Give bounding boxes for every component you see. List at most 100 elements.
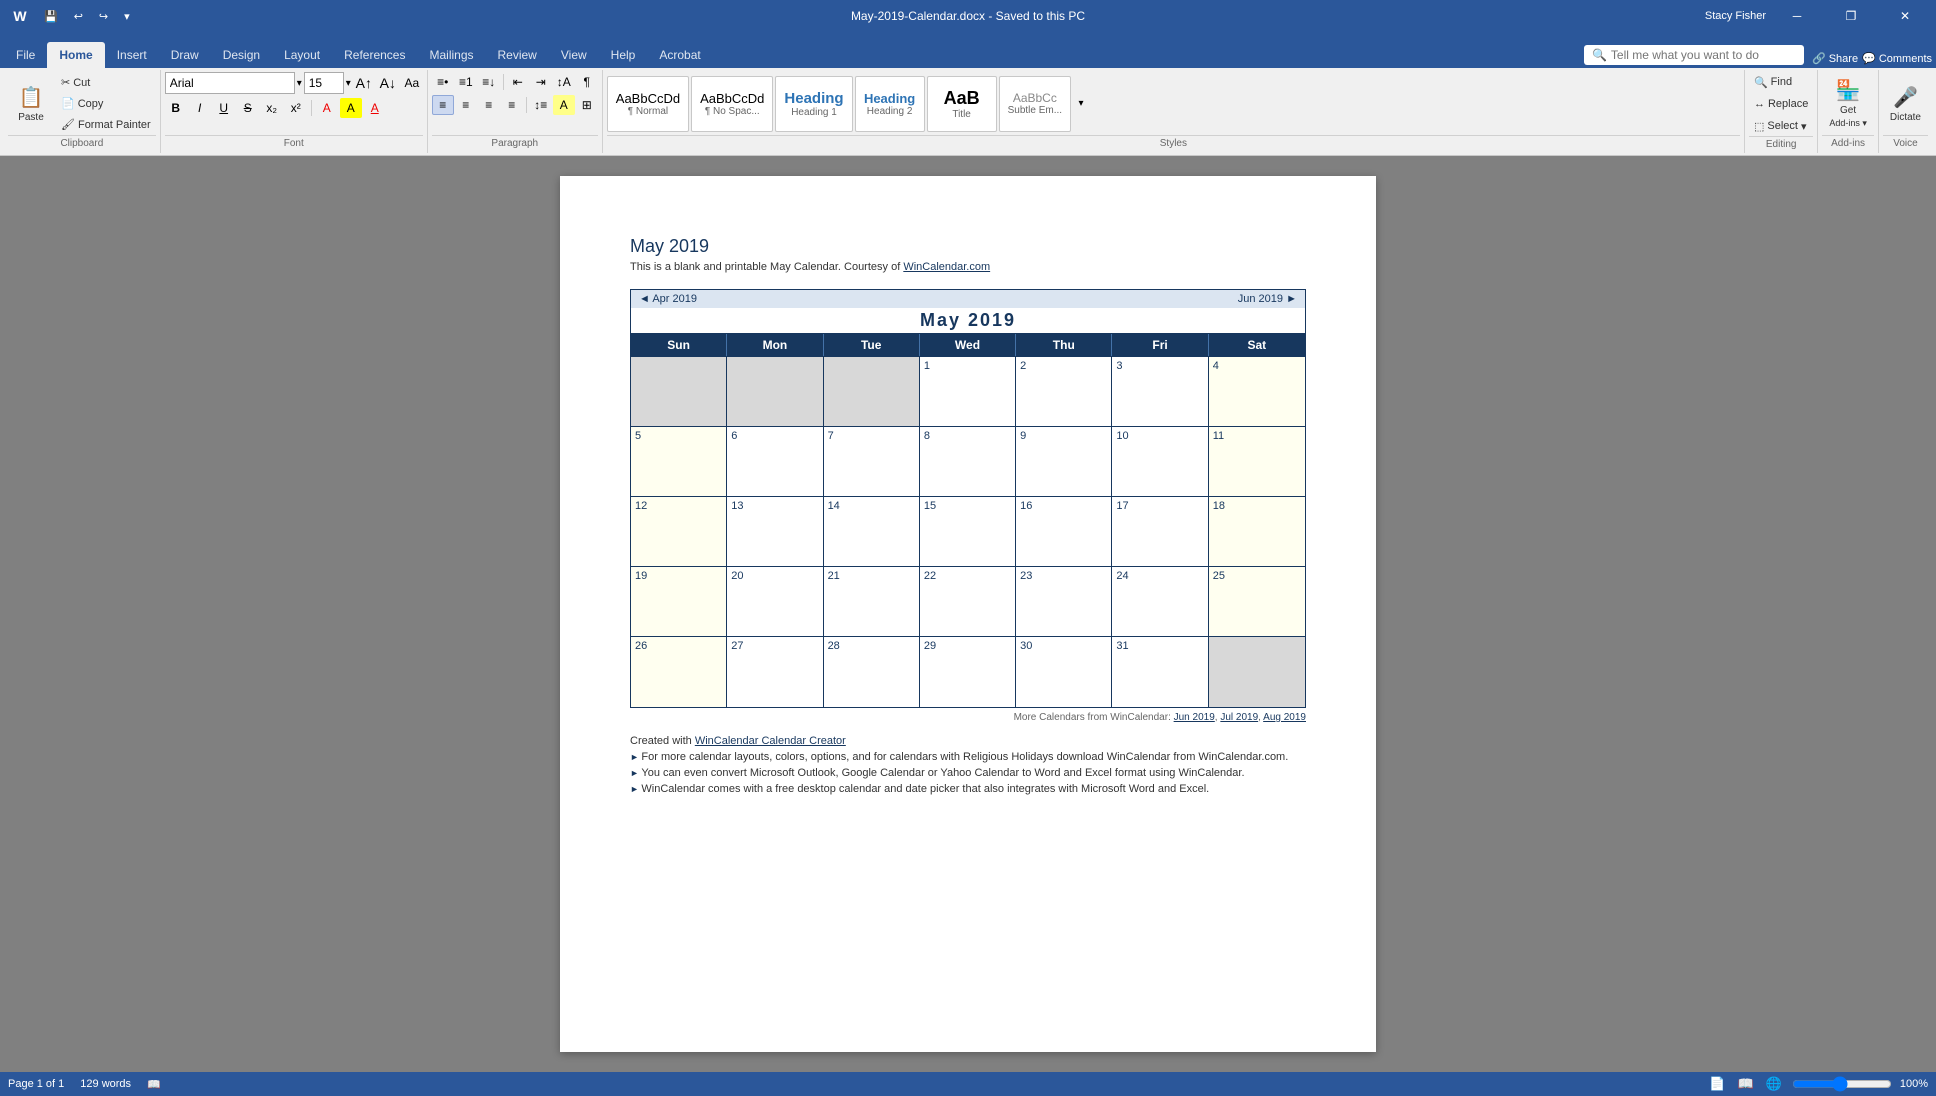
tab-file[interactable]: File: [4, 42, 47, 68]
style-title[interactable]: AaB Title: [927, 76, 997, 132]
paste-button[interactable]: 📋 Paste: [8, 74, 54, 134]
comments-btn[interactable]: 💬 Comments: [1862, 52, 1932, 65]
tab-home[interactable]: Home: [47, 42, 104, 68]
dictate-icon: 🎤: [1893, 85, 1918, 110]
prev-month-link[interactable]: ◄ Apr 2019: [639, 293, 697, 305]
copy-button[interactable]: 📄 Copy: [56, 94, 156, 114]
cal-cell: 23: [1016, 567, 1112, 637]
subscript-button[interactable]: x₂: [261, 98, 283, 118]
get-addins-btn[interactable]: 🏪 Get Add-ins ▾: [1822, 74, 1874, 134]
tab-view[interactable]: View: [549, 42, 599, 68]
increase-indent-btn[interactable]: ⇥: [530, 72, 552, 92]
tab-help[interactable]: Help: [599, 42, 648, 68]
strikethrough-button[interactable]: S: [237, 98, 259, 118]
aug-link[interactable]: Aug 2019: [1263, 712, 1306, 723]
tab-draw[interactable]: Draw: [159, 42, 211, 68]
tab-references[interactable]: References: [332, 42, 417, 68]
multilevel-btn[interactable]: ≡↓: [478, 72, 500, 92]
decrease-indent-btn[interactable]: ⇤: [507, 72, 529, 92]
restore-btn[interactable]: ❐: [1828, 0, 1874, 32]
tab-mailings[interactable]: Mailings: [417, 42, 485, 68]
cal-header-mon: Mon: [727, 334, 823, 356]
next-month-link[interactable]: Jun 2019 ►: [1238, 293, 1297, 305]
bullets-btn[interactable]: ≡•: [432, 72, 454, 92]
highlight-button[interactable]: A: [340, 98, 362, 118]
clear-format-btn[interactable]: Aa: [401, 73, 423, 93]
tab-design[interactable]: Design: [211, 42, 272, 68]
sort-btn[interactable]: ↕A: [553, 72, 575, 92]
doc-created: Created with WinCalendar Calendar Creato…: [630, 735, 1306, 747]
borders-btn[interactable]: ⊞: [576, 95, 598, 115]
jul-link[interactable]: Jul 2019: [1220, 712, 1258, 723]
style-heading2[interactable]: Heading Heading 2: [855, 76, 925, 132]
superscript-button[interactable]: x²: [285, 98, 307, 118]
font-name-input[interactable]: [165, 72, 295, 94]
cal-cell: 18: [1209, 497, 1305, 567]
style-no-spacing[interactable]: AaBbCcDd ¶ No Spac...: [691, 76, 773, 132]
style-normal[interactable]: AaBbCcDd ¶ Normal: [607, 76, 689, 132]
cal-cell: 1: [920, 357, 1016, 427]
cal-cell: 3: [1112, 357, 1208, 427]
minimize-btn[interactable]: ─: [1774, 0, 1820, 32]
text-effects-button[interactable]: A: [316, 98, 338, 118]
page-info: Page 1 of 1: [8, 1078, 64, 1090]
quick-redo-btn[interactable]: ↪: [95, 8, 112, 25]
proofing-icon[interactable]: 📖: [147, 1078, 161, 1091]
font-size-dropdown-icon[interactable]: ▾: [346, 78, 351, 89]
increase-font-btn[interactable]: A↑: [353, 73, 375, 93]
customize-btn[interactable]: ▾: [120, 8, 134, 25]
style-subtle[interactable]: AaBbCc Subtle Em...: [999, 76, 1071, 132]
clipboard-label: Clipboard: [8, 135, 156, 151]
select-button[interactable]: ⬚ Select ▾: [1749, 116, 1812, 136]
style-normal-preview: AaBbCcDd: [616, 91, 680, 106]
zoom-slider[interactable]: [1792, 1076, 1892, 1092]
cut-button[interactable]: ✂ Cut: [56, 73, 156, 93]
jun-link[interactable]: Jun 2019: [1174, 712, 1215, 723]
wincalendar-link[interactable]: WinCalendar.com: [903, 261, 990, 273]
format-painter-button[interactable]: 🖌 Format Painter: [56, 115, 156, 135]
line-spacing-btn[interactable]: ↕≡: [530, 95, 552, 115]
styles-more-btn[interactable]: ▾: [1073, 76, 1089, 132]
close-btn[interactable]: ✕: [1882, 0, 1928, 32]
creator-link[interactable]: WinCalendar Calendar Creator: [695, 735, 846, 747]
cal-cell: [1209, 637, 1305, 707]
style-heading2-label: Heading 2: [867, 106, 913, 117]
tab-layout[interactable]: Layout: [272, 42, 332, 68]
cal-month-title: May 2019: [920, 310, 1016, 330]
web-layout-btn[interactable]: 🌐: [1764, 1074, 1784, 1094]
font-size-input[interactable]: [304, 72, 344, 94]
quick-save-btn[interactable]: 💾: [40, 8, 62, 25]
style-heading1[interactable]: Heading Heading 1: [775, 76, 852, 132]
cal-cell: 21: [824, 567, 920, 637]
tab-review[interactable]: Review: [486, 42, 549, 68]
show-hide-btn[interactable]: ¶: [576, 72, 598, 92]
numbering-btn[interactable]: ≡1: [455, 72, 477, 92]
font-color-button[interactable]: A: [364, 98, 386, 118]
voice-label: Voice: [1883, 135, 1928, 151]
replace-button[interactable]: ↔ Replace: [1749, 94, 1813, 114]
bold-button[interactable]: B: [165, 98, 187, 118]
cal-cell: [727, 357, 823, 427]
tab-acrobat[interactable]: Acrobat: [647, 42, 712, 68]
cal-header-thu: Thu: [1016, 334, 1112, 356]
share-btn[interactable]: 🔗 Share: [1812, 52, 1858, 65]
align-center-btn[interactable]: ≡: [455, 95, 477, 115]
tab-insert[interactable]: Insert: [105, 42, 159, 68]
underline-button[interactable]: U: [213, 98, 235, 118]
print-layout-btn[interactable]: 📄: [1707, 1074, 1727, 1094]
dictate-btn[interactable]: 🎤 Dictate: [1883, 74, 1928, 134]
search-input[interactable]: [1611, 48, 1791, 62]
justify-btn[interactable]: ≡: [501, 95, 523, 115]
shading-btn[interactable]: A: [553, 95, 575, 115]
italic-button[interactable]: I: [189, 98, 211, 118]
read-mode-btn[interactable]: 📖: [1735, 1074, 1755, 1094]
decrease-font-btn[interactable]: A↓: [377, 73, 399, 93]
format-painter-icon: 🖌: [61, 118, 75, 131]
find-button[interactable]: 🔍 Find: [1749, 72, 1797, 92]
align-left-btn[interactable]: ≡: [432, 95, 454, 115]
font-dropdown-icon[interactable]: ▾: [297, 78, 302, 89]
quick-undo-btn[interactable]: ↩: [70, 8, 87, 25]
align-right-btn[interactable]: ≡: [478, 95, 500, 115]
doc-area: May 2019 This is a blank and printable M…: [0, 156, 1936, 1072]
statusbar: Page 1 of 1 129 words 📖 📄 📖 🌐 100%: [0, 1072, 1936, 1096]
